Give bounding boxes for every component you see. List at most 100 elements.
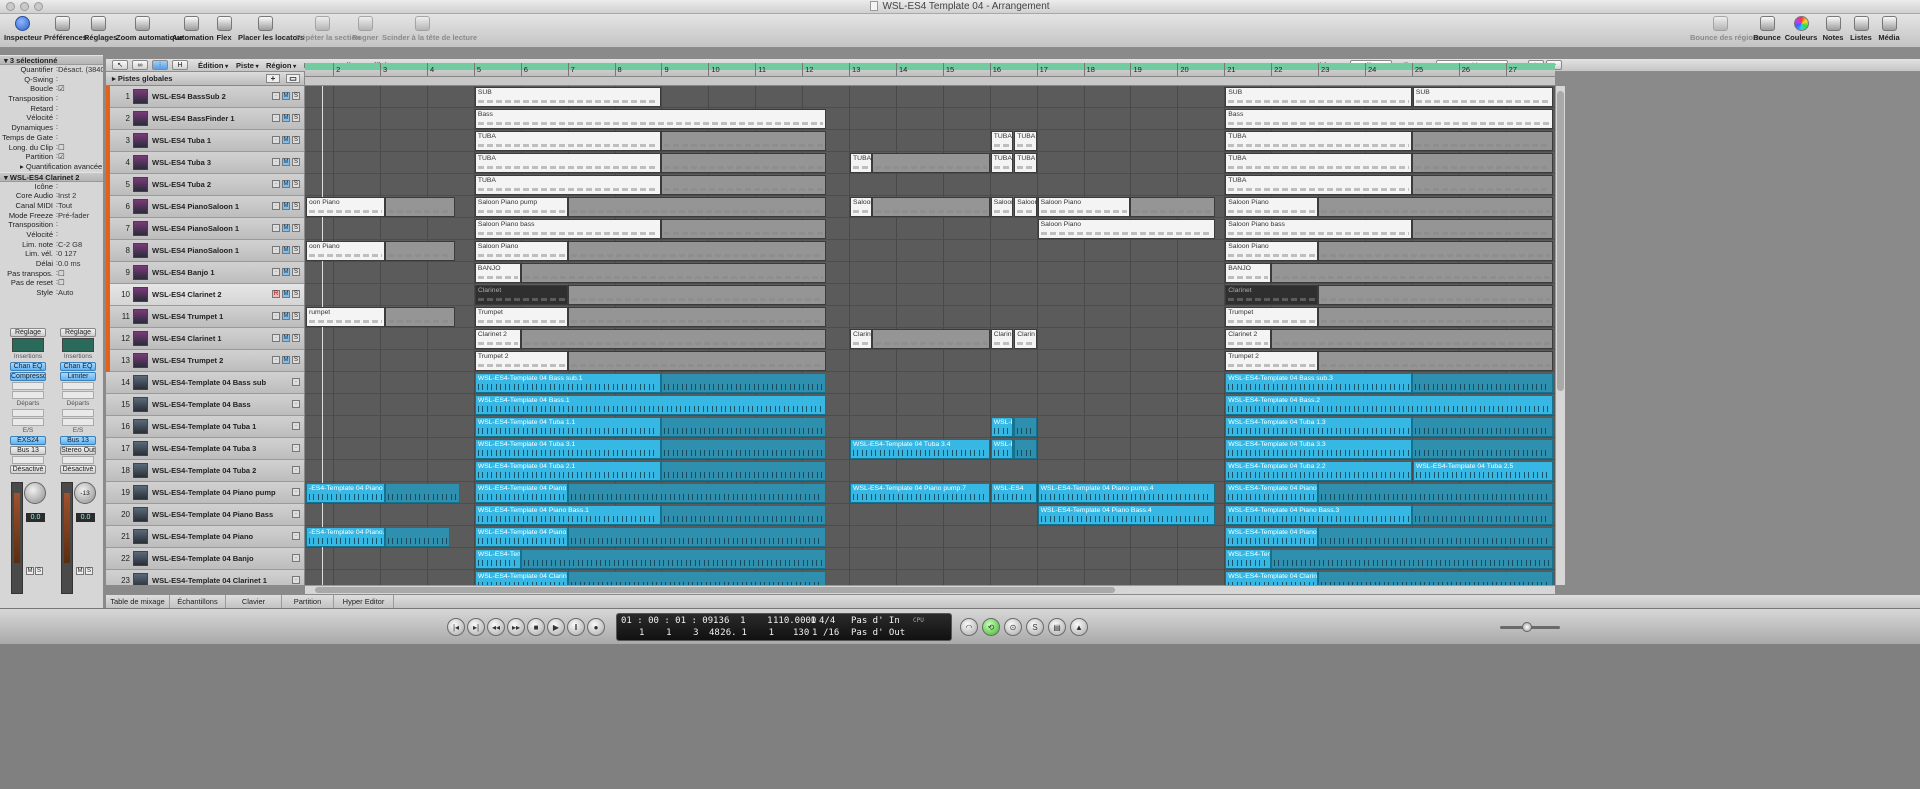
record-enable-icon[interactable]: ·	[272, 334, 280, 342]
region[interactable]: TUBA	[990, 153, 1014, 173]
track-name[interactable]: WSL-ES4-Template 04 Bass sub	[152, 372, 266, 394]
region[interactable]: Saloon Piano	[474, 241, 568, 261]
track-param-row[interactable]: Lim. note: C-2 G8	[0, 240, 103, 250]
auto-zoom-button[interactable]: Zoom automatique	[116, 16, 183, 42]
bounce-regions-button[interactable]: Bounce des régions	[1690, 16, 1762, 42]
send-slot[interactable]	[12, 409, 44, 417]
region[interactable]: WSL-ES4-Template 04 Bass sub.1	[474, 373, 662, 393]
region-loop[interactable]	[384, 307, 456, 327]
region-param-row[interactable]: Transposition:	[0, 94, 103, 104]
region-loop[interactable]	[872, 153, 990, 173]
split-playhead-button[interactable]: Scinder à la tête de lecture	[382, 16, 477, 42]
advanced-quant-row[interactable]: ▸ Quantification avancée	[0, 162, 103, 172]
track-name[interactable]: WSL-ES4 Tuba 1	[152, 130, 211, 152]
region-param-row[interactable]: Dynamiques:	[0, 123, 103, 133]
track-name[interactable]: WSL-ES4 PianoSaloon 1	[152, 196, 239, 218]
region[interactable]: WSL-ES4-Template 04 Banjo.1	[474, 549, 521, 569]
region-loop[interactable]	[567, 197, 826, 217]
rewind-icon[interactable]: ◂◂	[487, 618, 505, 636]
track-name[interactable]: WSL-ES4-Template 04 Tuba 2	[152, 460, 256, 482]
automation-mode[interactable]: Désactivé	[60, 465, 96, 474]
region-loop[interactable]	[661, 153, 826, 173]
sync-icon[interactable]: ▤	[1048, 618, 1066, 636]
pause-icon[interactable]: ‖	[567, 618, 585, 636]
empty-insert-slot[interactable]	[62, 382, 94, 390]
freeze-icon[interactable]: ·	[292, 576, 300, 584]
pan-knob[interactable]: -13	[74, 482, 96, 504]
bottom-tab[interactable]: Table de mixage	[106, 595, 170, 608]
mute-icon[interactable]: M	[282, 246, 290, 254]
region-loop[interactable]	[1318, 307, 1553, 327]
freeze-icon[interactable]: ·	[292, 532, 300, 540]
solo-icon[interactable]: S	[292, 114, 300, 122]
region[interactable]: Saloon Piano	[1225, 197, 1319, 217]
edit-menu[interactable]: Édition	[198, 60, 228, 71]
track-header[interactable]: 20 WSL-ES4-Template 04 Piano Bass ·	[106, 504, 304, 526]
region[interactable]: Clarin	[1014, 329, 1037, 349]
freeze-icon[interactable]: ·	[292, 510, 300, 518]
track-name[interactable]: WSL-ES4 Banjo 1	[152, 262, 215, 284]
link-icon[interactable]: ∞	[132, 60, 148, 70]
track-header[interactable]: 7 WSL-ES4 PianoSaloon 1 · M S	[106, 218, 304, 240]
region-param-row[interactable]: Partition: ☑	[0, 152, 103, 162]
region-loop[interactable]	[1318, 571, 1553, 585]
track-header[interactable]: 11 WSL-ES4 Trumpet 1 · M S	[106, 306, 304, 328]
mute-icon[interactable]: M	[282, 180, 290, 188]
forward-icon[interactable]: ▸▸	[507, 618, 525, 636]
track-param-row[interactable]: Mode Freeze: Pré-fader	[0, 211, 103, 221]
param-value[interactable]: Désact. (3840)	[58, 65, 103, 75]
track-header[interactable]: 8 WSL-ES4 PianoSaloon 1 · M S	[106, 240, 304, 262]
mute-icon[interactable]: M	[282, 268, 290, 276]
region-loop[interactable]	[567, 285, 826, 305]
region[interactable]: WSL-ES4-Template 04 Piano Bass.3	[1225, 505, 1412, 525]
record-enable-icon[interactable]: ·	[272, 136, 280, 144]
region[interactable]: TUBA	[474, 153, 662, 173]
catch-icon[interactable]: ⫶	[152, 60, 168, 70]
record-icon[interactable]: ●	[587, 618, 605, 636]
window-controls[interactable]	[6, 2, 43, 11]
solo-icon[interactable]: S	[292, 92, 300, 100]
region-loop[interactable]	[1014, 417, 1037, 437]
empty-insert-slot[interactable]	[12, 391, 44, 399]
region[interactable]: WSL-ES4-Template 04 Piano pump.10	[1225, 483, 1319, 503]
region-loop[interactable]	[1271, 549, 1553, 569]
region[interactable]: Saloon	[990, 197, 1014, 217]
region[interactable]: Clarinet 2	[1225, 329, 1272, 349]
region[interactable]: Saloon Piano bass	[474, 219, 662, 239]
freeze-icon[interactable]: ·	[292, 444, 300, 452]
region[interactable]: Saloon Piano	[850, 197, 873, 217]
region[interactable]: Bass	[1225, 109, 1553, 129]
mute-icon[interactable]: M	[282, 202, 290, 210]
region[interactable]: TUBA	[1014, 131, 1037, 151]
mute-icon[interactable]: M	[282, 312, 290, 320]
notes-button[interactable]: Notes	[1820, 16, 1846, 42]
track-name[interactable]: WSL-ES4 BassFinder 1	[152, 108, 235, 130]
region[interactable]: WSL-ES4-Template 04 Tuba 1.1	[474, 417, 662, 437]
region[interactable]: WSL-ES4-Template 04 Tuba 3.4	[850, 439, 990, 459]
solo-icon[interactable]: S	[292, 246, 300, 254]
region-loop[interactable]	[1411, 175, 1553, 195]
region[interactable]: Saloon Piano	[1037, 219, 1215, 239]
go-to-end-icon[interactable]: ▸|	[467, 618, 485, 636]
track-param-row[interactable]: Transposition:	[0, 220, 103, 230]
pointer-tool-icon[interactable]: ↖	[112, 60, 128, 70]
eq-display[interactable]	[62, 338, 94, 352]
go-to-start-icon[interactable]: |◂	[447, 618, 465, 636]
region-loop[interactable]	[1411, 439, 1553, 459]
solo-icon[interactable]: S	[292, 356, 300, 364]
solo-icon[interactable]: S	[1026, 618, 1044, 636]
eq-display[interactable]	[12, 338, 44, 352]
mute-icon[interactable]: M	[282, 356, 290, 364]
param-value[interactable]: Auto	[58, 288, 103, 298]
region-loop[interactable]	[661, 417, 826, 437]
output-slot[interactable]: Bus 13	[10, 446, 46, 455]
replace-icon[interactable]: ◠	[960, 618, 978, 636]
hide-icon[interactable]: H	[172, 60, 188, 70]
freeze-icon[interactable]: ·	[292, 466, 300, 474]
record-enable-icon[interactable]: ·	[272, 224, 280, 232]
solo-icon[interactable]: S	[292, 136, 300, 144]
region[interactable]: Clarin	[990, 329, 1014, 349]
record-enable-icon[interactable]: ·	[272, 114, 280, 122]
record-enable-icon[interactable]: ·	[272, 92, 280, 100]
region-loop[interactable]	[1318, 351, 1553, 371]
